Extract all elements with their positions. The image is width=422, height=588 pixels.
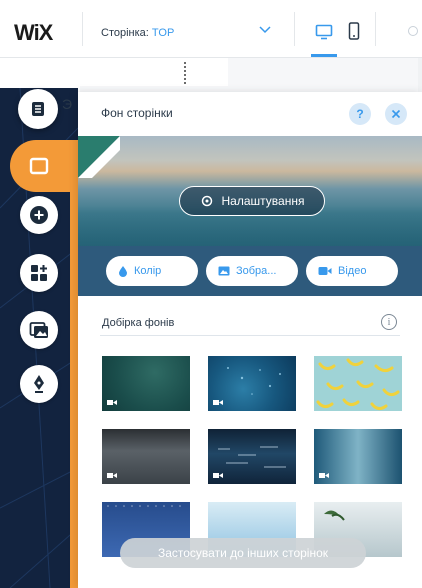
background-thumbnail[interactable] (208, 429, 296, 484)
plus-icon (30, 206, 48, 224)
background-thumbnail[interactable] (314, 356, 402, 411)
top-bar: WiX Сторінка: TOP (0, 0, 422, 58)
media-icon (29, 322, 48, 338)
background-thumbnail[interactable] (314, 429, 402, 484)
video-badge-icon (107, 473, 117, 478)
page-value: TOP (151, 27, 175, 39)
video-badge-icon (213, 400, 223, 405)
section-divider (100, 335, 400, 336)
background-type-row: Колір Зобра... Відео (78, 246, 422, 296)
page-label: Сторінка: (101, 27, 149, 39)
pages-icon (32, 102, 44, 116)
close-icon (391, 109, 401, 119)
sidebar-item-add[interactable] (20, 196, 58, 234)
stage-guide-line (184, 62, 186, 84)
panel-title: Фон сторінки (101, 106, 173, 120)
divider (82, 12, 83, 46)
divider (294, 12, 295, 46)
gear-icon (201, 195, 212, 207)
apply-to-other-pages-button[interactable]: Застосувати до інших сторінок (120, 538, 366, 568)
sidebar-item-background[interactable] (20, 147, 58, 185)
desktop-active-indicator (311, 54, 337, 57)
stage-page (80, 58, 228, 86)
video-badge-icon (213, 473, 223, 478)
background-thumbnail[interactable] (102, 429, 190, 484)
video-button[interactable]: Відео (306, 256, 398, 286)
preview-thumbnail-corner (78, 136, 120, 178)
background-panel: Фон сторінки ? Налаштування Колір Зобра.… (78, 92, 422, 588)
sidebar-item-media[interactable] (20, 311, 58, 349)
video-badge-icon (107, 400, 117, 405)
desktop-icon[interactable] (315, 24, 333, 40)
image-icon (218, 266, 230, 276)
info-icon[interactable]: i (381, 314, 397, 330)
background-icon (29, 157, 49, 175)
banana-pattern (316, 358, 400, 411)
help-button[interactable]: ? (349, 103, 371, 125)
wix-logo[interactable]: WiX (14, 20, 53, 46)
divider (375, 12, 376, 46)
apps-icon (31, 265, 47, 281)
video-label: Відео (338, 265, 367, 277)
current-background-preview: Налаштування (78, 136, 422, 246)
settings-button[interactable]: Налаштування (179, 186, 325, 216)
settings-label: Налаштування (221, 194, 305, 208)
more-icon[interactable] (408, 26, 418, 36)
image-button[interactable]: Зобра... (206, 256, 298, 286)
pages-glyph: Э (62, 96, 73, 112)
pen-nib-icon (34, 375, 44, 393)
section-title: Добірка фонів (102, 317, 175, 329)
image-label: Зобра... (236, 265, 277, 277)
sidebar-item-pages[interactable] (18, 89, 58, 129)
page-selector[interactable]: Сторінка: TOP (101, 27, 174, 39)
mobile-icon[interactable] (348, 22, 360, 40)
chevron-down-icon[interactable] (258, 24, 272, 36)
color-label: Колір (134, 265, 162, 277)
color-button[interactable]: Колір (106, 256, 198, 286)
background-thumbnail[interactable] (102, 356, 190, 411)
drop-icon (119, 266, 127, 277)
video-badge-icon (319, 473, 329, 478)
active-tab-strip (70, 192, 78, 588)
close-button[interactable] (385, 103, 407, 125)
sidebar-item-blog[interactable] (20, 365, 58, 403)
sidebar-item-apps[interactable] (20, 254, 58, 292)
background-thumbnail[interactable] (208, 356, 296, 411)
video-icon (318, 267, 332, 275)
